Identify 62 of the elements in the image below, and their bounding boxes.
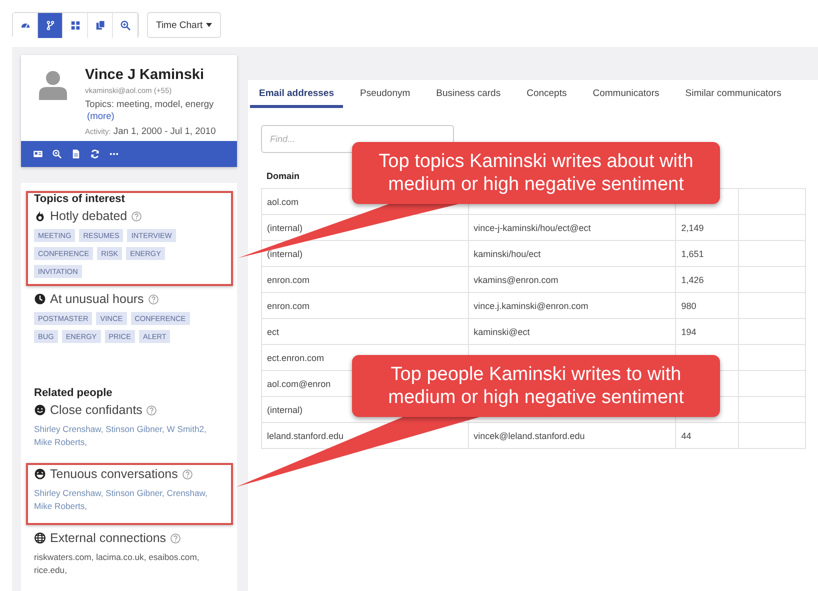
table-cell: vince-j-kaminski/hou/ect@ect — [468, 214, 676, 240]
refresh-icon[interactable] — [90, 149, 100, 159]
clock-icon — [34, 293, 46, 305]
group-label: Tenuous conversations — [50, 467, 178, 481]
people-list[interactable]: Shirley Crenshaw, Stinson Gibner, W Smith2, Mike Roberts, — [34, 423, 225, 449]
table-cell: 980 — [676, 292, 739, 318]
group-label: Hotly debated — [50, 209, 128, 223]
more-link[interactable]: (more) — [87, 111, 114, 121]
table-cell: 44 — [676, 422, 739, 448]
callout-tooltip: Top people Kaminski writes to with medium or high negative sentiment — [352, 355, 720, 417]
tab[interactable]: Similar communicators — [676, 80, 790, 108]
domain-list: riskwaters.com, lacima.co.uk, esaibos.com, rice.edu, — [34, 551, 225, 577]
document-icon[interactable] — [71, 149, 81, 159]
help-icon — [170, 532, 182, 544]
table-cell: vkamins@enron.com — [468, 266, 676, 292]
time-chart-dropdown[interactable]: Time Chart — [147, 12, 221, 38]
globe-icon — [34, 532, 46, 544]
copy-icon — [94, 20, 106, 31]
help-icon — [148, 294, 159, 304]
help-icon — [182, 468, 193, 480]
section-title: Related people — [34, 387, 114, 399]
branch-icon — [44, 20, 56, 31]
table-cell: 1,426 — [676, 266, 739, 292]
table-cell: enron.com — [262, 292, 468, 318]
person-name: Vince J Kaminski — [85, 67, 206, 83]
table-cell: vincek@leland.stanford.edu — [468, 422, 676, 448]
group-label: At unusual hours — [50, 292, 144, 306]
people-list[interactable]: Shirley Crenshaw, Stinson Gibner, Crenshaw, Mike Roberts, — [34, 487, 225, 513]
topics-summary: Topics: meeting, model, energy — [85, 99, 214, 109]
table-cell: 194 — [676, 318, 739, 344]
toolbar-button[interactable] — [88, 13, 113, 38]
zoom-in-icon[interactable] — [52, 149, 62, 159]
column-header: Domain — [266, 171, 300, 181]
grin-icon — [34, 468, 46, 480]
tab[interactable]: Communicators — [584, 80, 668, 108]
grid-icon — [70, 20, 80, 31]
tab[interactable]: Pseudonym — [351, 80, 420, 108]
table-cell: 2,149 — [676, 214, 739, 240]
toolbar-button[interactable] — [113, 13, 138, 38]
toolbar-button[interactable] — [63, 13, 88, 38]
callout-tooltip: Top topics Kaminski writes about with medium or high negative sentiment — [352, 142, 720, 204]
table-cell: ect — [262, 318, 468, 344]
table-cell: 1,651 — [676, 240, 739, 266]
section-title: Topics of interest — [34, 193, 126, 205]
toolbar-button[interactable] — [13, 13, 38, 38]
tab[interactable]: Business cards — [427, 80, 510, 108]
tab[interactable]: Email addresses — [250, 80, 343, 108]
table-cell: kaminski/hou/ect — [468, 240, 676, 266]
table-cell: kaminski@ect — [468, 318, 676, 344]
smile-icon — [34, 404, 46, 416]
group-label: Close confidants — [50, 403, 142, 417]
help-icon — [146, 404, 158, 416]
avatar-icon — [39, 70, 67, 100]
group-label: External connections — [50, 531, 166, 545]
table-cell: vince.j.kaminski@enron.com — [468, 292, 676, 318]
toolbar-button[interactable] — [38, 13, 63, 38]
help-icon — [131, 210, 142, 222]
id-card-icon[interactable] — [33, 149, 43, 159]
table-cell: enron.com — [262, 266, 468, 292]
zoom-in-icon — [120, 20, 130, 31]
tab[interactable]: Concepts — [518, 80, 576, 108]
flame-icon — [34, 210, 46, 222]
